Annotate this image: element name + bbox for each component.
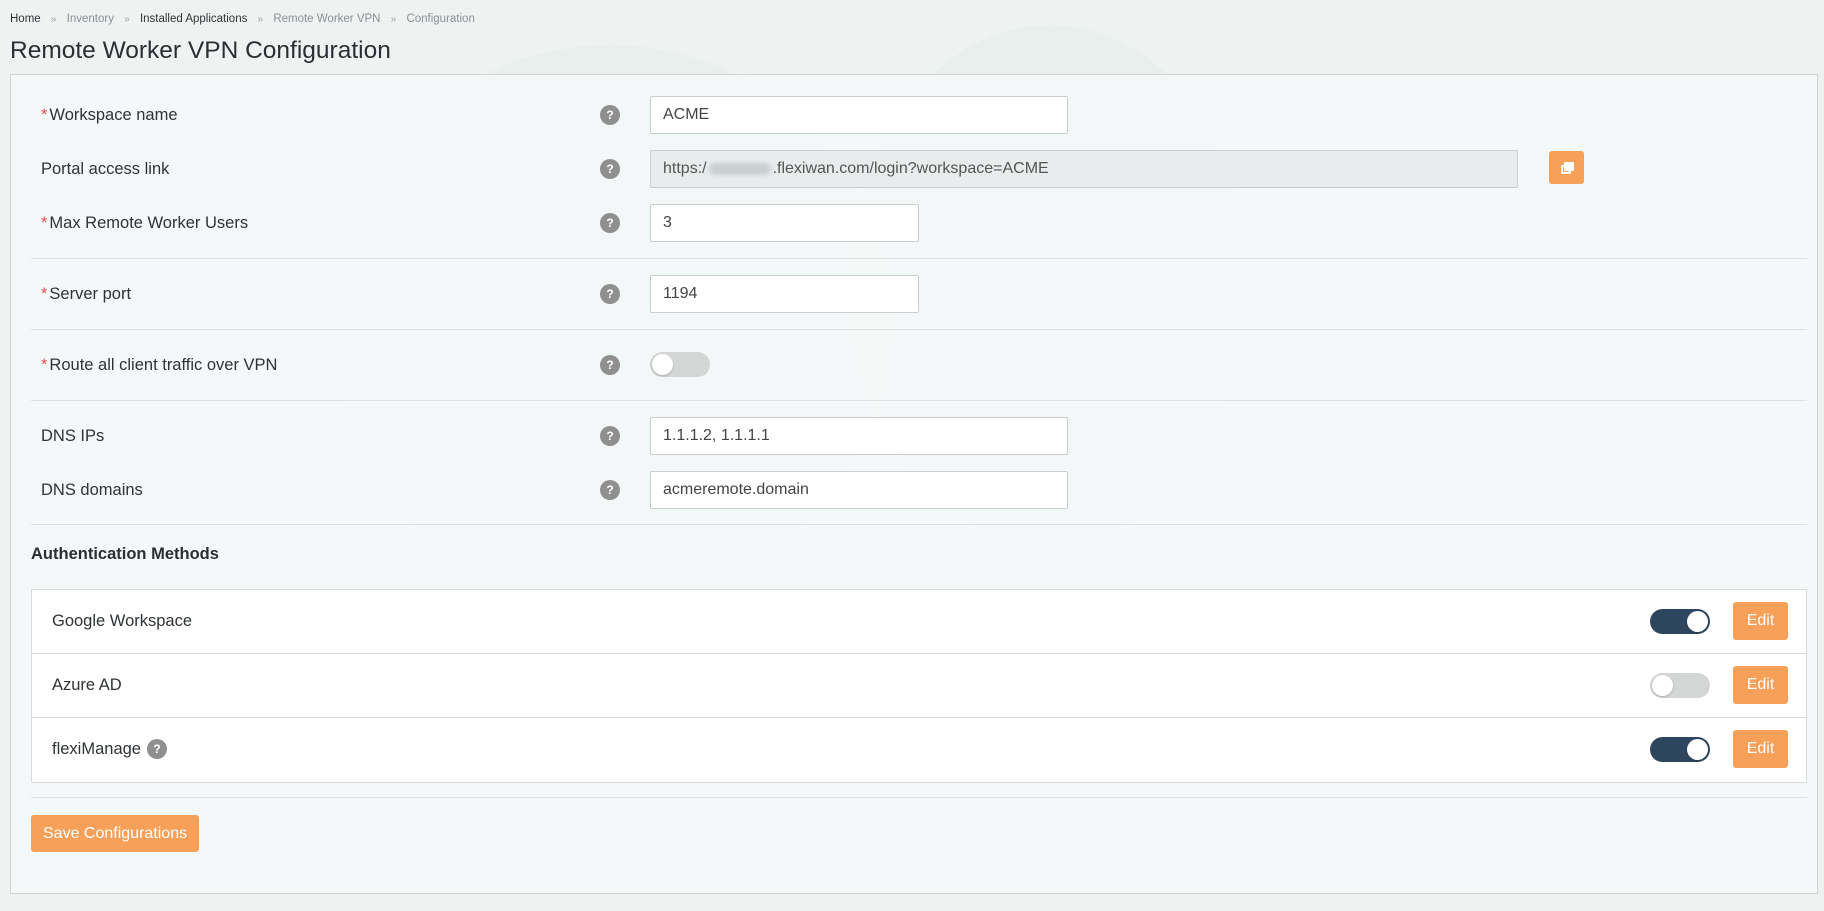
azure-ad-toggle[interactable] bbox=[1650, 673, 1710, 698]
auth-methods-title: Authentication Methods bbox=[31, 545, 219, 563]
help-icon[interactable]: ? bbox=[600, 284, 620, 304]
breadcrumb-separator: » bbox=[50, 14, 57, 25]
fleximanage-toggle[interactable] bbox=[1650, 737, 1710, 762]
required-mark: * bbox=[41, 356, 48, 374]
toggle-knob bbox=[652, 354, 673, 375]
help-icon[interactable]: ? bbox=[600, 105, 620, 125]
dns-domains-label: DNS domains bbox=[41, 481, 143, 499]
toggle-knob bbox=[1687, 611, 1708, 632]
dns-ips-label: DNS IPs bbox=[41, 427, 105, 445]
auth-method-fleximanage: flexiManage ? Edit bbox=[32, 718, 1806, 782]
max-users-label: * Max Remote Worker Users bbox=[41, 214, 249, 232]
save-configurations-button[interactable]: Save Configurations bbox=[31, 815, 200, 852]
dns-ips-row: DNS IPs ? bbox=[31, 416, 1806, 456]
configuration-panel: *Workspace name ? Portal access link ? h… bbox=[10, 74, 1818, 894]
auth-method-azure-ad: Azure AD Edit bbox=[32, 654, 1806, 718]
workspace-name-input[interactable] bbox=[650, 96, 1068, 134]
portal-access-link-label: Portal access link bbox=[41, 160, 170, 178]
breadcrumb-home[interactable]: Home bbox=[10, 13, 41, 25]
help-icon[interactable]: ? bbox=[147, 739, 167, 759]
required-mark: * bbox=[41, 285, 48, 303]
breadcrumb-separator: » bbox=[257, 14, 264, 25]
workspace-name-row: * Workspace name ? bbox=[31, 95, 1806, 135]
help-icon[interactable]: ? bbox=[600, 355, 620, 375]
workspace-name-label: * Workspace name bbox=[41, 106, 178, 124]
dns-domains-row: DNS domains ? bbox=[31, 470, 1806, 510]
toggle-knob bbox=[1652, 675, 1673, 696]
max-users-row: * Max Remote Worker Users ? bbox=[31, 203, 1806, 243]
divider bbox=[31, 524, 1807, 525]
page-title: Remote Worker VPN Configuration bbox=[10, 37, 391, 64]
breadcrumb-inventory[interactable]: Inventory bbox=[67, 13, 114, 25]
max-users-input[interactable] bbox=[650, 204, 919, 242]
toggle-knob bbox=[1687, 739, 1708, 760]
divider bbox=[31, 258, 1807, 259]
divider bbox=[31, 400, 1807, 401]
help-icon[interactable]: ? bbox=[600, 480, 620, 500]
auth-method-label: Azure AD bbox=[52, 676, 122, 694]
route-all-traffic-toggle[interactable] bbox=[650, 352, 710, 377]
required-mark: * bbox=[41, 106, 48, 124]
server-port-input[interactable] bbox=[650, 275, 919, 313]
dns-ips-input[interactable] bbox=[650, 417, 1068, 455]
required-mark: * bbox=[41, 214, 48, 232]
breadcrumb: Home » Inventory » Installed Application… bbox=[10, 13, 475, 25]
copy-link-button[interactable] bbox=[1549, 151, 1584, 184]
auth-methods-list: Google Workspace Edit Azure AD Edit flex… bbox=[31, 589, 1807, 783]
portal-access-link-field[interactable]: https:/.flexiwan.com/login?workspace=ACM… bbox=[650, 150, 1518, 188]
breadcrumb-separator: » bbox=[390, 14, 397, 25]
breadcrumb-installed-applications[interactable]: Installed Applications bbox=[140, 13, 247, 25]
divider bbox=[31, 797, 1807, 798]
help-icon[interactable]: ? bbox=[600, 213, 620, 233]
divider bbox=[31, 329, 1807, 330]
edit-fleximanage-button[interactable]: Edit bbox=[1733, 730, 1788, 768]
auth-method-label: flexiManage bbox=[52, 740, 141, 758]
portal-access-link-row: Portal access link ? https:/.flexiwan.co… bbox=[31, 149, 1806, 189]
route-all-traffic-row: * Route all client traffic over VPN ? bbox=[31, 345, 1806, 385]
help-icon[interactable]: ? bbox=[600, 159, 620, 179]
breadcrumb-remote-worker-vpn[interactable]: Remote Worker VPN bbox=[273, 13, 380, 25]
auth-method-label: Google Workspace bbox=[52, 612, 193, 630]
breadcrumb-separator: » bbox=[124, 14, 130, 25]
blurred-subdomain bbox=[708, 163, 771, 175]
route-all-traffic-label: * Route all client traffic over VPN bbox=[41, 356, 278, 374]
edit-google-workspace-button[interactable]: Edit bbox=[1733, 602, 1788, 640]
edit-azure-ad-button[interactable]: Edit bbox=[1733, 666, 1788, 704]
google-workspace-toggle[interactable] bbox=[1650, 609, 1710, 634]
dns-domains-input[interactable] bbox=[650, 471, 1068, 509]
auth-method-google-workspace: Google Workspace Edit bbox=[32, 590, 1806, 654]
server-port-label: * Server port bbox=[41, 285, 132, 303]
server-port-row: * Server port ? bbox=[31, 274, 1806, 314]
help-icon[interactable]: ? bbox=[600, 426, 620, 446]
breadcrumb-configuration: Configuration bbox=[406, 13, 475, 25]
